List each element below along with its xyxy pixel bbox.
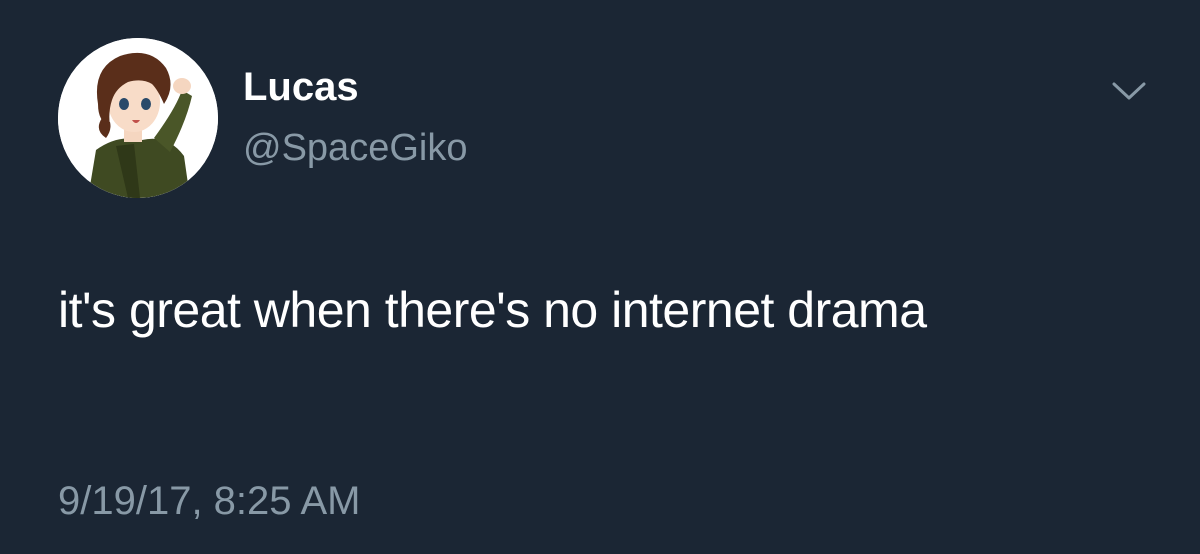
tweet-text: it's great when there's no internet dram… — [58, 282, 927, 338]
author-handle[interactable]: @SpaceGiko — [243, 124, 467, 172]
tweet-timestamp[interactable]: 9/19/17, 8:25 AM — [58, 476, 360, 526]
tweet-card: Lucas @SpaceGiko it's great when there's… — [0, 0, 1200, 554]
chevron-down-icon[interactable] — [1108, 76, 1150, 106]
author-display-name[interactable]: Lucas — [243, 62, 359, 112]
avatar[interactable] — [58, 38, 218, 198]
avatar-illustration — [58, 38, 218, 198]
